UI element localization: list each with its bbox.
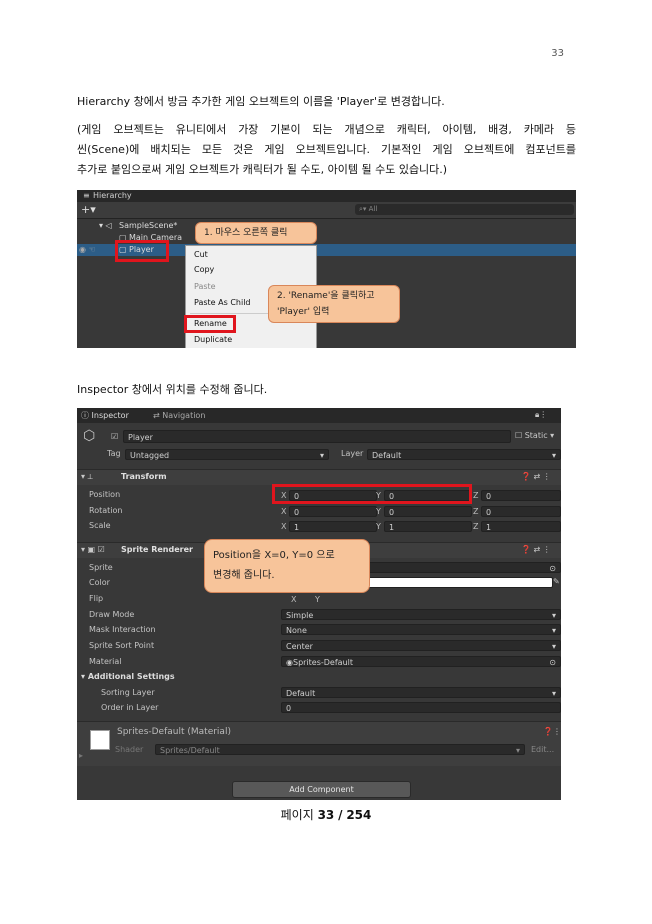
- material-icon: ◉: [286, 658, 293, 667]
- hierarchy-tab[interactable]: Hierarchy: [93, 190, 132, 202]
- tab-navigation[interactable]: ⇄ Navigation: [153, 408, 205, 423]
- position-highlight: [272, 484, 472, 504]
- flip-y-toggle[interactable]: Y: [315, 594, 320, 605]
- add-component-button[interactable]: Add Component: [232, 781, 411, 798]
- help-icon[interactable]: ❓⋮: [543, 726, 561, 738]
- order-in-layer-field[interactable]: 0: [281, 702, 561, 713]
- material-field[interactable]: ◉Sprites-Default ⊙: [281, 656, 561, 667]
- tag-dropdown[interactable]: Untagged ▾: [125, 449, 329, 460]
- instruction-hierarchy: Hierarchy 창에서 방금 추가한 게임 오브젝트의 이름을 'Playe…: [77, 95, 445, 108]
- info-icon: ⓘ: [81, 411, 92, 420]
- active-checkbox[interactable]: ☑: [111, 431, 118, 443]
- shader-label: Shader: [115, 745, 144, 754]
- sorting-layer-label: Sorting Layer: [101, 688, 155, 697]
- search-icon: ⌕▾: [359, 205, 369, 213]
- callout-rename: 2. 'Rename'을 클릭하고 'Player' 입력: [268, 285, 400, 323]
- rotation-x-field[interactable]: 0: [289, 506, 377, 517]
- player-highlight: [115, 240, 169, 262]
- callout-position-line1: Position을 X=0, Y=0 으로: [213, 550, 335, 561]
- menu-copy[interactable]: Copy: [194, 263, 214, 277]
- scale-y-field[interactable]: 1: [384, 521, 472, 532]
- sorting-layer-dropdown[interactable]: Default ▾: [281, 687, 561, 698]
- transform-title: Transform: [121, 472, 167, 481]
- order-in-layer-label: Order in Layer: [101, 703, 159, 712]
- search-placeholder: All: [368, 205, 378, 213]
- callout-rename-line2: 'Player' 입력: [277, 307, 330, 317]
- scale-x-field[interactable]: 1: [289, 521, 377, 532]
- page-number: 33: [551, 48, 564, 59]
- material-title: Sprites-Default (Material): [117, 727, 231, 737]
- callout-position-line2: 변경해 줍니다.: [213, 570, 275, 581]
- component-menu-icons-2[interactable]: ❓ ⇄ ⋮: [521, 544, 551, 556]
- note-line-1: (게임 오브젝트는 유니티에서 가장 기본이 되는 개념으로 캐릭터, 아이템,…: [77, 123, 576, 136]
- position-z-field[interactable]: 0: [481, 490, 561, 501]
- sort-point-dropdown[interactable]: Center ▾: [281, 640, 561, 651]
- scene-name: SampleScene*: [119, 221, 178, 230]
- rename-highlight: [184, 315, 236, 333]
- flip-label: Flip: [89, 594, 104, 603]
- note-line-3: 추가로 붙임으로써 게임 오브젝트가 캐릭터가 될 수도, 아이템 될 수도 있…: [77, 163, 448, 176]
- shader-edit-button[interactable]: Edit...: [531, 744, 554, 756]
- add-icon[interactable]: +▾: [81, 202, 96, 217]
- menu-cut[interactable]: Cut: [194, 248, 208, 262]
- menu-paste[interactable]: Paste: [194, 280, 216, 294]
- static-toggle[interactable]: ☐ Static ▾: [515, 430, 554, 442]
- note-line-2: 씬(Scene)에 배치되는 모든 것은 게임 오브젝트입니다. 기본적인 게임…: [77, 143, 576, 156]
- sort-point-label: Sprite Sort Point: [89, 641, 155, 650]
- hierarchy-screenshot: ≡ Hierarchy +▾ ⌕▾ All ▾ ◁ SampleScene* ▢…: [77, 190, 576, 348]
- tag-label: Tag: [107, 449, 121, 458]
- target-icon: ⊙: [549, 658, 556, 667]
- draw-mode-label: Draw Mode: [89, 610, 135, 619]
- mask-interaction-label: Mask Interaction: [89, 625, 156, 634]
- footer-separator: /: [338, 808, 343, 822]
- menu-duplicate[interactable]: Duplicate: [194, 333, 232, 347]
- object-name-field[interactable]: Player: [123, 430, 511, 443]
- tab-inspector[interactable]: ⓘ Inspector: [81, 408, 129, 423]
- navigation-icon: ⇄: [153, 411, 163, 420]
- unity-scene-icon: ▾ ◁: [99, 221, 112, 230]
- position-label: Position: [89, 490, 121, 499]
- inspector-screenshot: ⓘ Inspector ⇄ Navigation 🔒︎⋮ ⬡ ☑ Player …: [77, 408, 561, 800]
- scene-row[interactable]: ▾ ◁ SampleScene*: [77, 220, 576, 232]
- foldout-arrow-icon[interactable]: ▸: [79, 750, 83, 762]
- additional-settings-foldout[interactable]: ▾ Additional Settings: [81, 671, 175, 683]
- hierarchy-tabbar: ≡ Hierarchy: [77, 190, 576, 202]
- footer-prefix: 페이지: [280, 808, 314, 822]
- rotation-label: Rotation: [89, 506, 123, 515]
- callout-rename-line1: 2. 'Rename'을 클릭하고: [277, 291, 375, 301]
- scale-label: Scale: [89, 521, 111, 530]
- sprite-renderer-title: Sprite Renderer: [121, 545, 193, 554]
- scale-z-field[interactable]: 1: [481, 521, 561, 532]
- callout-position: Position을 X=0, Y=0 으로 변경해 줍니다.: [204, 539, 370, 593]
- rotation-z-field[interactable]: 0: [481, 506, 561, 517]
- mask-interaction-dropdown[interactable]: None ▾: [281, 624, 561, 635]
- sprite-label: Sprite: [89, 563, 113, 572]
- material-label: Material: [89, 657, 122, 666]
- eyedropper-icon[interactable]: ✎: [553, 576, 560, 588]
- instruction-inspector: Inspector 창에서 위치를 수정해 줍니다.: [77, 383, 268, 396]
- lock-icon[interactable]: 🔒︎⋮: [535, 409, 547, 421]
- hierarchy-search-input[interactable]: ⌕▾ All: [355, 204, 574, 215]
- component-menu-icons[interactable]: ❓ ⇄ ⋮: [521, 471, 551, 483]
- note-paragraph: (게임 오브젝트는 유니티에서 가장 기본이 되는 개념으로 캐릭터, 아이템,…: [77, 120, 576, 180]
- color-label: Color: [89, 578, 110, 587]
- rotation-y-field[interactable]: 0: [384, 506, 472, 517]
- sprite-renderer-icon[interactable]: ▾ ▣ ☑: [81, 544, 105, 556]
- shader-dropdown[interactable]: Sprites/Default ▾: [155, 744, 525, 755]
- page-footer: 페이지 33 / 254: [0, 806, 652, 823]
- visibility-icon[interactable]: ◉ ☜: [79, 244, 96, 256]
- target-icon: ⊙: [549, 564, 556, 573]
- footer-current-page: 33: [317, 808, 335, 822]
- inspector-tabbar: [77, 408, 561, 423]
- draw-mode-dropdown[interactable]: Simple ▾: [281, 609, 561, 620]
- foldout-icon[interactable]: ▾ ⟂: [81, 471, 93, 483]
- layer-label: Layer: [341, 449, 364, 458]
- cube-icon: ⬡: [83, 428, 96, 444]
- layer-dropdown[interactable]: Default ▾: [367, 449, 561, 460]
- footer-total-pages: 254: [346, 808, 372, 822]
- callout-right-click: 1. 마우스 오른쪽 클릭: [195, 222, 317, 244]
- menu-paste-as-child[interactable]: Paste As Child: [194, 296, 251, 310]
- material-preview: [90, 730, 110, 750]
- flip-x-toggle[interactable]: X: [291, 594, 296, 605]
